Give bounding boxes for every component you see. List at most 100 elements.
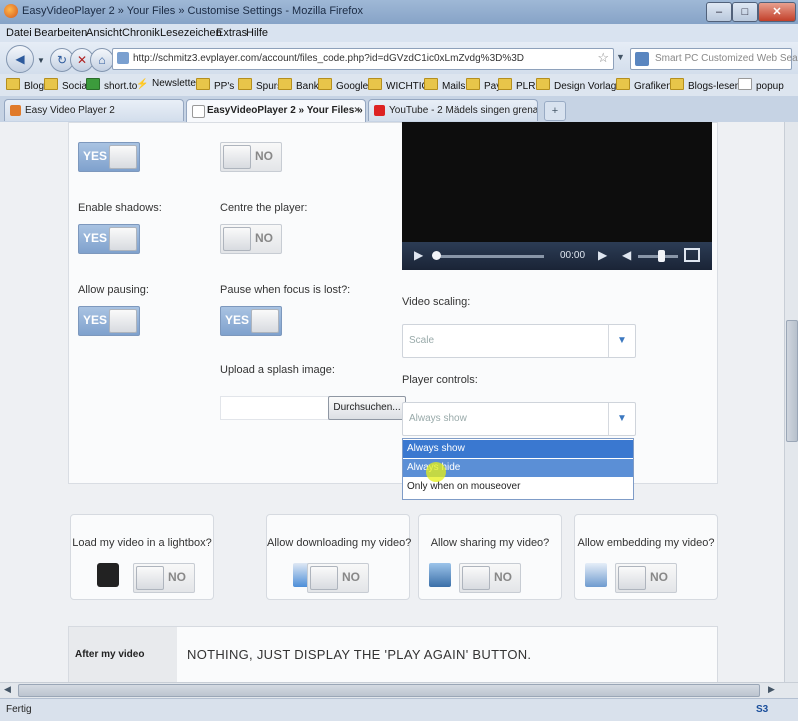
- centre-player-label: Centre the player:: [220, 202, 308, 214]
- search-input[interactable]: Smart PC Customized Web Search: [630, 48, 798, 70]
- folder-icon: [466, 78, 480, 90]
- menu-chronik[interactable]: Chronik: [122, 27, 160, 39]
- lightbox-toggle[interactable]: NO: [133, 563, 195, 593]
- tab-easy-video-player[interactable]: Easy Video Player 2: [4, 99, 184, 121]
- menu-hilfe[interactable]: Hilfe: [246, 27, 268, 39]
- firefox-icon: [4, 4, 18, 18]
- plus-icon: +: [551, 105, 559, 117]
- menu-bearbeiten[interactable]: Bearbeiten: [34, 27, 87, 39]
- bookmark-spurs[interactable]: Spurs: [238, 78, 282, 92]
- bookmark-bank[interactable]: Bank: [278, 78, 319, 92]
- centre-player-toggle[interactable]: NO: [220, 224, 282, 254]
- back-button[interactable]: ◀: [6, 45, 34, 73]
- tab-page-icon: [192, 105, 205, 118]
- embed-icon: [585, 563, 607, 587]
- video-preview[interactable]: ▶ 00:00 ▶ ◀: [402, 122, 712, 270]
- history-dropdown[interactable]: ▼: [36, 48, 46, 70]
- sharing-toggle[interactable]: NO: [459, 563, 521, 593]
- bookmark-newsletter[interactable]: ⚡ Newsletter: [136, 78, 199, 90]
- search-engine-icon[interactable]: [635, 52, 649, 66]
- close-button[interactable]: ✕: [758, 2, 796, 22]
- menu-datei[interactable]: Datei: [6, 27, 32, 39]
- menu-ansicht[interactable]: Ansicht: [86, 27, 122, 39]
- bookmark-grafiken[interactable]: Grafiken: [616, 78, 672, 92]
- tab-bar: Easy Video Player 2 EasyVideoPlayer 2 » …: [0, 96, 798, 123]
- menu-lesezeichen[interactable]: Lesezeichen: [160, 27, 222, 39]
- bookmark-plr[interactable]: PLR: [498, 78, 535, 92]
- bookmark-pay[interactable]: Pay: [466, 78, 501, 92]
- bookmark-google[interactable]: Google: [318, 78, 368, 92]
- window-titlebar: EasyVideoPlayer 2 » Your Files » Customi…: [0, 0, 798, 24]
- player-controls-select[interactable]: Always show ▼: [402, 402, 636, 436]
- camera-icon: [97, 563, 119, 587]
- tab-easyvideoplayer-files[interactable]: EasyVideoPlayer 2 » Your Files » C... ×: [186, 99, 366, 122]
- enable-shadows-toggle[interactable]: YES: [78, 224, 140, 254]
- embedding-toggle[interactable]: NO: [615, 563, 677, 593]
- bookmark-wichtig[interactable]: WICHTIG!: [368, 78, 432, 92]
- cursor-highlight: [426, 462, 446, 482]
- enable-shadows-label: Enable shadows:: [78, 202, 162, 214]
- folder-icon: [6, 78, 20, 90]
- navigation-toolbar: ◀ ▼ ↻ ✕ ⌂ http://schmitz3.evplayer.com/a…: [0, 42, 798, 75]
- after-video-row[interactable]: After my video NOTHING, JUST DISPLAY THE…: [68, 626, 718, 682]
- video-scaling-select[interactable]: Scale ▼: [402, 324, 636, 358]
- menu-extras[interactable]: Extras: [216, 27, 247, 39]
- fullscreen-icon[interactable]: [684, 248, 700, 262]
- seek-handle[interactable]: [432, 251, 441, 260]
- chevron-down-icon: ▼: [37, 56, 45, 65]
- volume-handle[interactable]: [658, 250, 665, 262]
- maximize-button[interactable]: □: [732, 2, 758, 22]
- vertical-scroll-thumb[interactable]: [786, 320, 798, 442]
- splash-file-input[interactable]: [220, 396, 330, 420]
- play-icon[interactable]: ▶: [414, 248, 423, 262]
- pause-focus-toggle[interactable]: YES: [220, 306, 282, 336]
- toggle-row1-left[interactable]: YES: [78, 142, 140, 172]
- minimize-button[interactable]: –: [706, 2, 732, 22]
- tab-youtube[interactable]: YouTube - 2 Mädels singen grenad...: [368, 99, 538, 121]
- home-icon: ⌂: [98, 53, 106, 67]
- folder-icon: [44, 78, 58, 90]
- bookmark-popup[interactable]: popup: [738, 78, 784, 92]
- chevron-down-icon[interactable]: ▼: [608, 325, 635, 357]
- url-bar[interactable]: http://schmitz3.evplayer.com/account/fil…: [112, 48, 614, 70]
- horizontal-scroll-thumb[interactable]: [18, 684, 760, 697]
- bookmark-design-vorlagen[interactable]: Design Vorlagen: [536, 78, 627, 92]
- after-video-label: After my video: [69, 627, 177, 682]
- bookmark-social[interactable]: Social: [44, 78, 89, 92]
- folder-icon: [670, 78, 684, 90]
- new-tab-button[interactable]: +: [544, 101, 566, 121]
- tab-close-icon[interactable]: ×: [354, 100, 360, 122]
- option-always-show[interactable]: Always show: [403, 440, 633, 458]
- seek-bar[interactable]: [434, 255, 544, 258]
- bookmark-blogs-lesen[interactable]: Blogs-lesen: [670, 78, 740, 92]
- url-dropdown-icon[interactable]: ▼: [616, 52, 625, 62]
- volume-icon[interactable]: ◀: [622, 248, 631, 262]
- toggle-row1-right[interactable]: NO: [220, 142, 282, 172]
- bookmark-star-icon[interactable]: ☆: [597, 50, 609, 66]
- scroll-left-icon[interactable]: ◀: [4, 684, 11, 695]
- browse-button[interactable]: Durchsuchen...: [328, 396, 406, 420]
- back-arrow-icon: ◀: [15, 52, 25, 66]
- card-downloading: Allow downloading my video? NO: [266, 514, 411, 600]
- addon-icon[interactable]: S3: [756, 704, 768, 715]
- fast-forward-icon[interactable]: ▶: [598, 248, 607, 262]
- folder-icon: [498, 78, 512, 90]
- shortto-icon: [86, 78, 100, 90]
- chevron-down-icon[interactable]: ▼: [608, 403, 635, 435]
- stop-icon: ✕: [76, 53, 88, 67]
- bookmark-blogs[interactable]: Blogs: [6, 78, 49, 92]
- card-sharing: Allow sharing my video? NO: [418, 514, 562, 600]
- youtube-icon: [374, 105, 385, 116]
- search-placeholder: Smart PC Customized Web Search: [655, 53, 798, 64]
- allow-pausing-toggle[interactable]: YES: [78, 306, 140, 336]
- bookmark-shortto[interactable]: short.to: [86, 78, 137, 92]
- bookmark-pps[interactable]: PP's: [196, 78, 234, 92]
- site-favicon-icon: [117, 52, 129, 64]
- bookmark-mails[interactable]: Mails: [424, 78, 465, 92]
- after-video-value: NOTHING, JUST DISPLAY THE 'PLAY AGAIN' B…: [187, 647, 532, 662]
- scroll-right-icon[interactable]: ▶: [768, 684, 775, 695]
- downloading-toggle[interactable]: NO: [307, 563, 369, 593]
- home-button[interactable]: ⌂: [90, 48, 114, 72]
- url-text: http://schmitz3.evplayer.com/account/fil…: [133, 53, 525, 64]
- player-controls-label: Player controls:: [402, 374, 478, 386]
